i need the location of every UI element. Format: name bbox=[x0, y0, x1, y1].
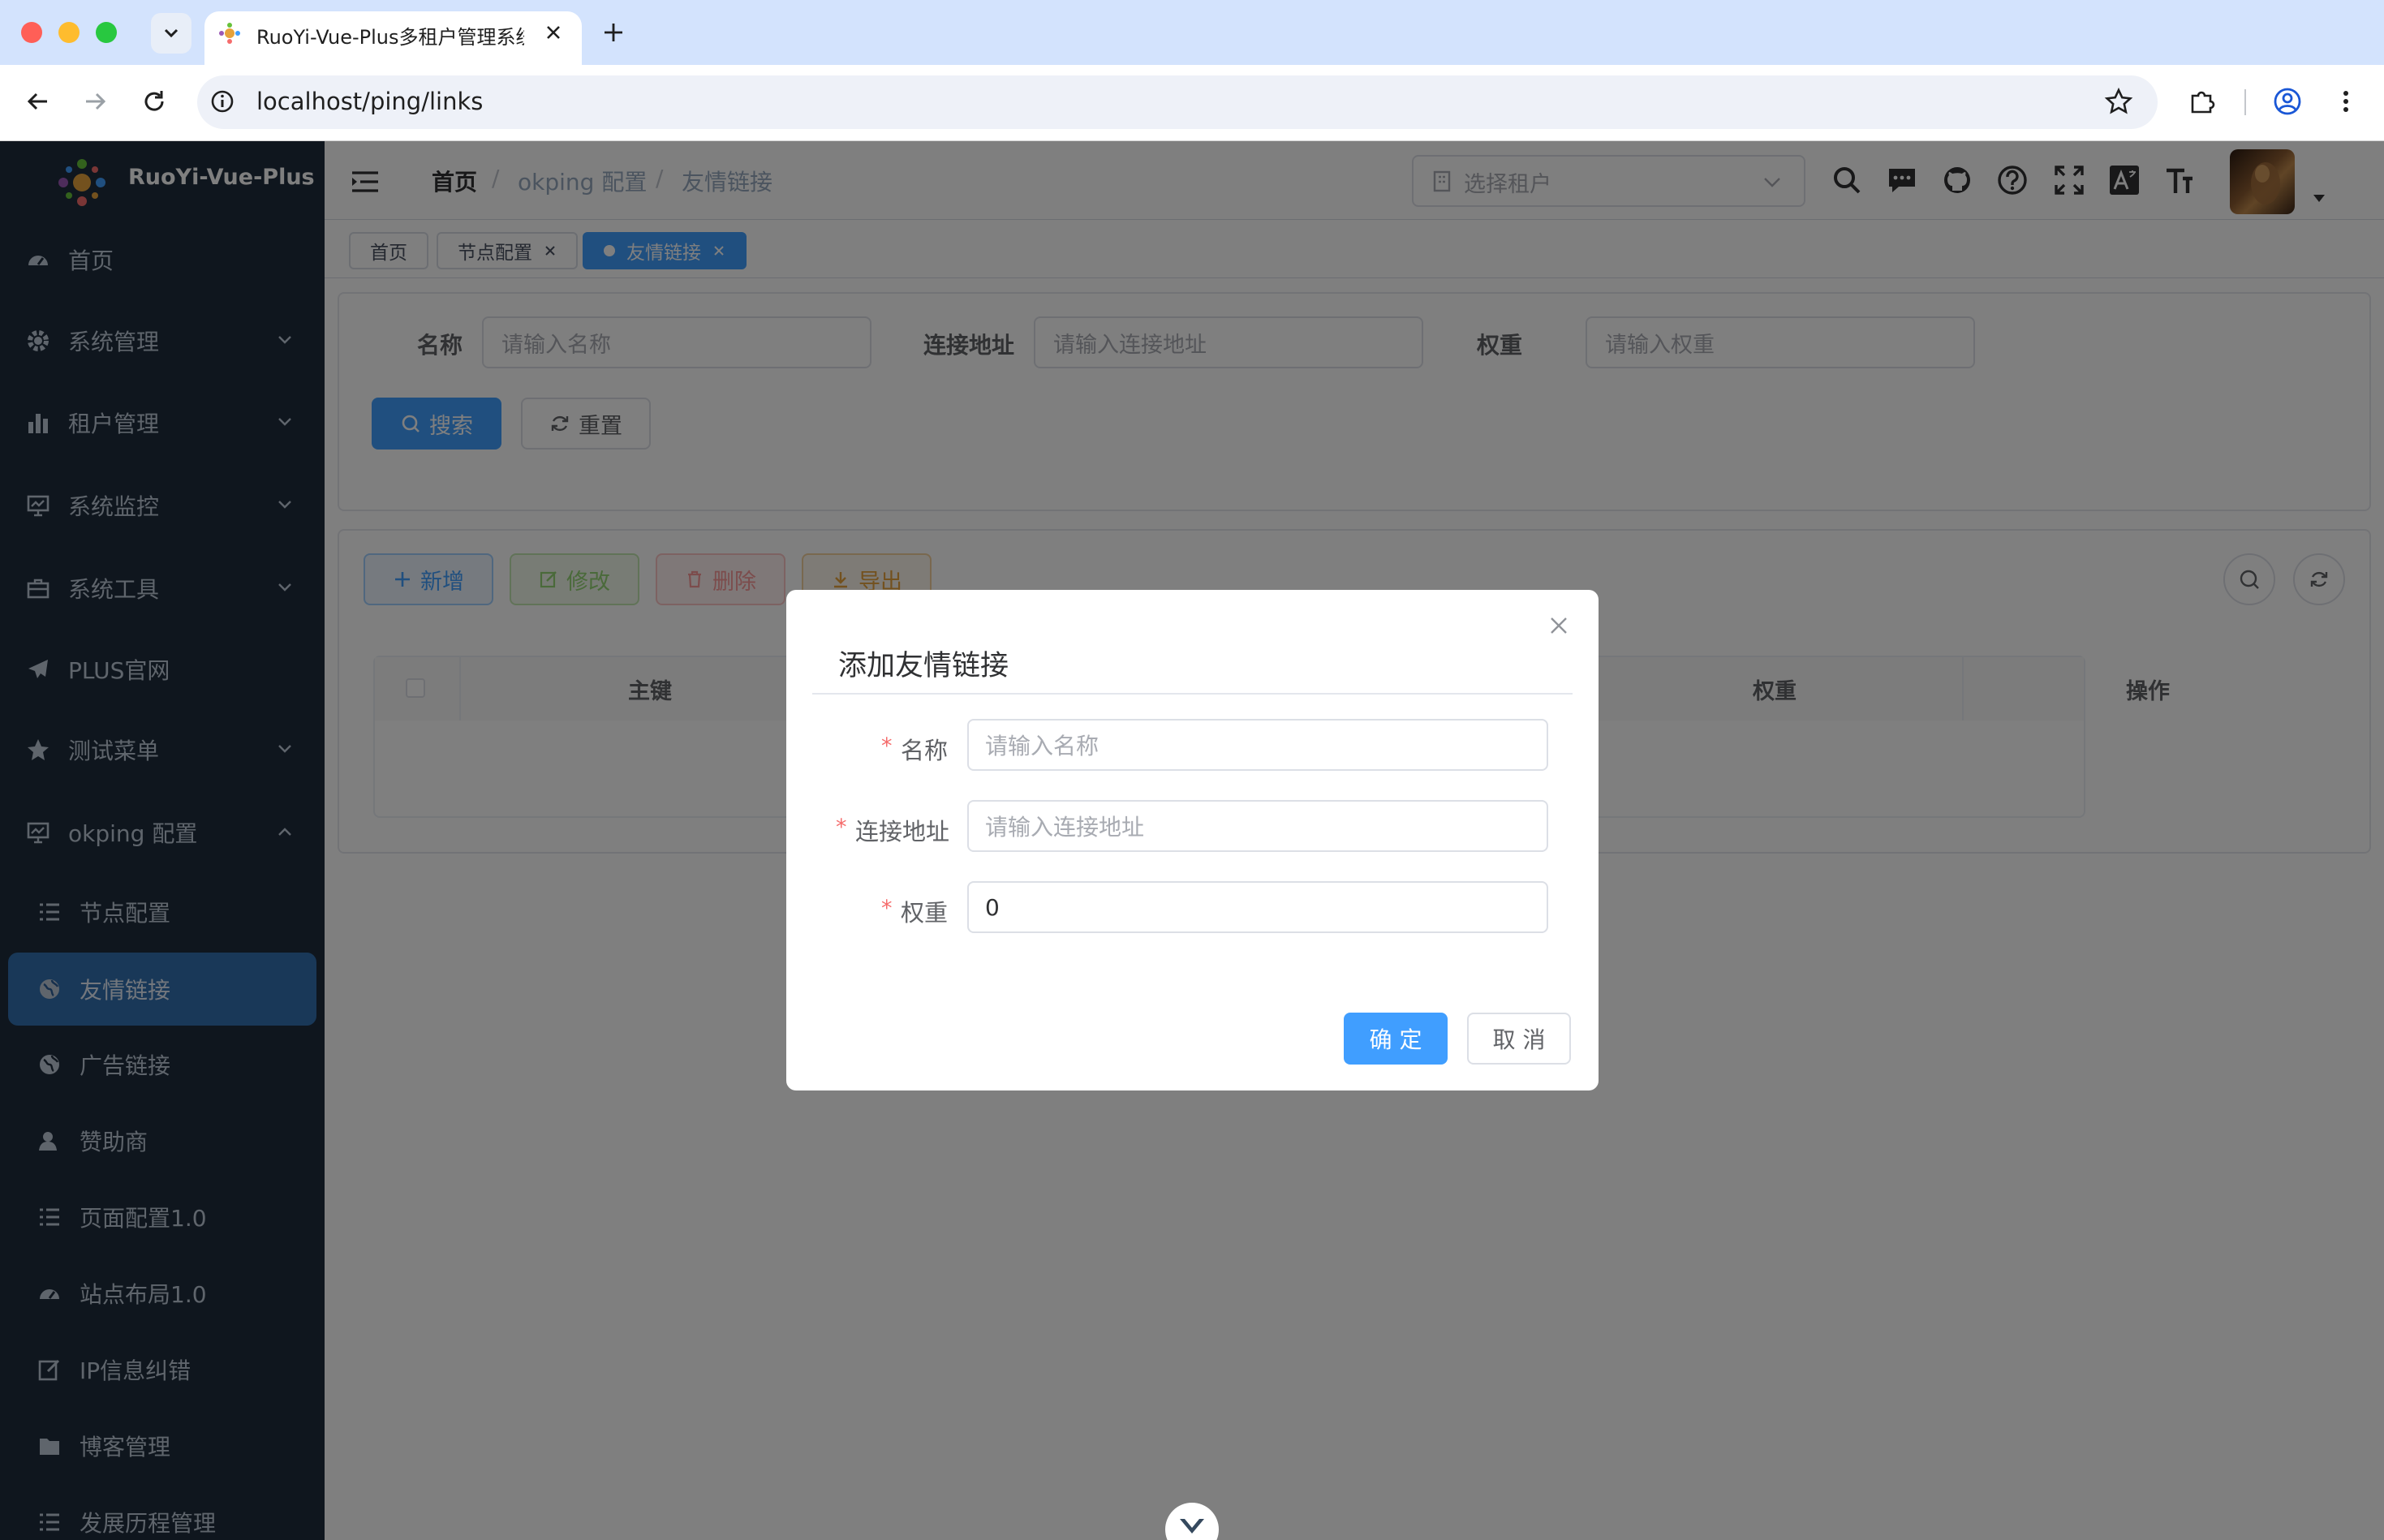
required-asterisk: * bbox=[881, 733, 893, 759]
forward-arrow-icon[interactable] bbox=[81, 87, 110, 116]
dialog-url-input[interactable]: 请输入连接地址 bbox=[967, 800, 1548, 852]
vue-devtools-button[interactable] bbox=[1165, 1503, 1219, 1540]
site-info-icon[interactable] bbox=[208, 87, 237, 116]
placeholder: 请输入名称 bbox=[985, 733, 1099, 759]
dialog-title-divider bbox=[812, 693, 1573, 695]
extensions-icon[interactable] bbox=[2186, 86, 2217, 117]
browser-menu-icon[interactable] bbox=[2334, 86, 2358, 117]
dialog-name-input[interactable]: 请输入名称 bbox=[967, 719, 1548, 771]
dialog-weight-input[interactable]: 0 bbox=[967, 881, 1548, 933]
profile-icon[interactable] bbox=[2272, 86, 2303, 117]
dialog-weight-label: 权重 bbox=[901, 899, 949, 927]
reload-icon[interactable] bbox=[140, 87, 169, 116]
cancel-button[interactable]: 取 消 bbox=[1467, 1013, 1571, 1065]
dialog-name-label: 名称 bbox=[901, 737, 949, 764]
button-label: 取 消 bbox=[1492, 1026, 1546, 1053]
zoom-window-button[interactable] bbox=[96, 22, 117, 43]
dialog-url-label: 连接地址 bbox=[855, 818, 950, 845]
required-asterisk: * bbox=[836, 815, 847, 840]
close-window-button[interactable] bbox=[21, 22, 42, 43]
tab-list-button[interactable] bbox=[151, 13, 191, 54]
dialog-close-icon[interactable] bbox=[1545, 612, 1573, 639]
chevron-down-icon bbox=[164, 28, 179, 38]
required-asterisk: * bbox=[881, 896, 893, 921]
address-bar[interactable] bbox=[197, 75, 2158, 129]
tab-close-icon[interactable] bbox=[540, 19, 566, 45]
toolbar-divider bbox=[2244, 89, 2246, 115]
tab-title: RuoYi-Vue-Plus多租户管理系统 bbox=[256, 26, 524, 49]
input-value: 0 bbox=[985, 893, 1000, 921]
bookmark-star-icon[interactable] bbox=[2103, 86, 2134, 117]
minimize-window-button[interactable] bbox=[58, 22, 80, 43]
placeholder: 请输入连接地址 bbox=[985, 814, 1145, 841]
tab-favicon-icon bbox=[217, 21, 242, 45]
back-arrow-icon[interactable] bbox=[23, 87, 52, 116]
button-label: 确 定 bbox=[1369, 1026, 1422, 1053]
confirm-button[interactable]: 确 定 bbox=[1344, 1013, 1448, 1065]
new-tab-icon[interactable] bbox=[599, 18, 628, 47]
dialog-title: 添加友情链接 bbox=[838, 650, 1009, 682]
url-text: localhost/ping/links bbox=[256, 88, 484, 115]
